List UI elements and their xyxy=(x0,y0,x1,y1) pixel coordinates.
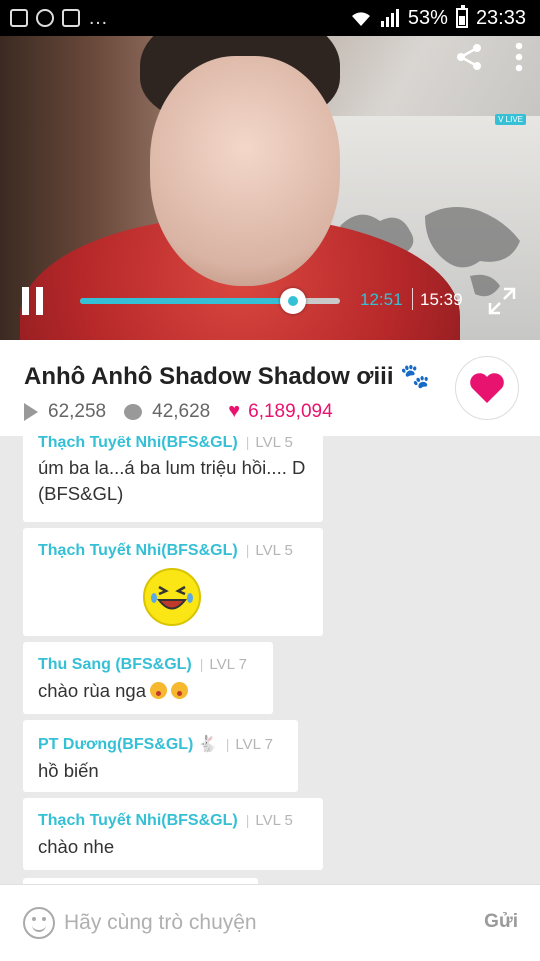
play-count-value: 62,258 xyxy=(48,400,107,422)
more-notifications-icon: … xyxy=(88,7,108,29)
download-notification-icon xyxy=(62,9,80,27)
chat-message: Thạch Tuyết Nhi(BFS&GL) | LVL 5 xyxy=(23,528,323,636)
message-level: LVL 5 xyxy=(255,812,293,829)
clock: 23:33 xyxy=(475,6,526,29)
vlive-badge: V LIVE xyxy=(495,114,526,125)
kissing-emoji-icon xyxy=(171,682,189,699)
signal-icon xyxy=(380,9,399,27)
message-author[interactable]: Thạch Tuyết Nhi(BFS&GL) xyxy=(38,542,238,559)
play-count-icon xyxy=(24,402,38,421)
share-icon[interactable] xyxy=(454,42,484,72)
current-time: 12:51 xyxy=(360,290,403,309)
message-level: LVL 5 xyxy=(255,542,293,559)
seek-handle[interactable] xyxy=(280,288,307,314)
chat-input-bar: Gửi xyxy=(0,884,540,961)
comment-count-value: 42,628 xyxy=(152,400,211,422)
message-text: úm ba la...á ba lum triệu hồi.... D (BFS… xyxy=(38,457,306,504)
message-text: chào rùa nga xyxy=(38,680,147,701)
message-author[interactable]: Thạch Tuyết Nhi(BFS&GL) xyxy=(38,812,238,829)
message-level: LVL 7 xyxy=(209,656,247,673)
time-divider xyxy=(412,288,413,310)
playback-controls: 12:51 15:39 xyxy=(0,276,540,326)
message-level: LVL 7 xyxy=(235,736,273,753)
chat-message: Thu Sang (BFS&GL) | LVL 7 chào rùa nga xyxy=(23,642,273,714)
video-player[interactable]: V LIVE 12:51 15:39 xyxy=(0,36,540,340)
status-bar: … 53% 23:33 xyxy=(0,0,540,36)
like-count-value: 6,189,094 xyxy=(248,400,333,422)
message-text: hồ biến xyxy=(38,760,99,781)
like-count: ♥ 6,189,094 xyxy=(228,400,332,423)
message-author[interactable]: PT Dương(BFS&GL) 🐇 xyxy=(38,736,218,753)
battery-percentage: 53% xyxy=(407,6,448,29)
wifi-icon xyxy=(351,12,370,26)
video-stats: 62,258 42,628 ♥ 6,189,094 xyxy=(24,400,351,423)
chat-message: PT Dương(BFS&GL) 🐇 | LVL 7 hồ biến xyxy=(23,720,298,792)
message-author[interactable]: Thu Sang (BFS&GL) xyxy=(38,656,192,673)
message-level: LVL 5 xyxy=(255,436,293,451)
play-count: 62,258 xyxy=(24,401,106,423)
seek-bar-progress xyxy=(80,298,294,304)
battery-icon xyxy=(455,5,468,28)
seek-bar[interactable] xyxy=(80,288,340,314)
message-author[interactable]: Thạch Tuyết Nhi(BFS&GL) xyxy=(38,436,238,451)
like-button[interactable] xyxy=(455,356,519,420)
gallery-notification-icon xyxy=(10,9,28,27)
message-text: chào nhe xyxy=(38,836,115,857)
heart-small-icon: ♥ xyxy=(228,400,241,422)
chat-input[interactable] xyxy=(64,907,444,939)
camera-notification-icon xyxy=(36,9,54,27)
total-time: 15:39 xyxy=(420,290,463,309)
chat-list[interactable]: Thạch Tuyết Nhi(BFS&GL) | LVL 5 úm ba la..… xyxy=(0,436,540,884)
emoji-picker-icon[interactable] xyxy=(23,907,55,939)
send-button[interactable]: Gửi xyxy=(484,911,518,933)
video-title: Anhô Anhô Shadow Shadow ơiii 🐾 xyxy=(24,363,431,390)
comment-icon xyxy=(124,403,143,420)
video-info-bar: Anhô Anhô Shadow Shadow ơiii 🐾 62,258 42… xyxy=(0,340,540,436)
pause-button[interactable] xyxy=(22,287,44,315)
chat-message: Thạch Tuyết Nhi(BFS&GL) | LVL 5 úm ba la..… xyxy=(23,436,323,522)
kissing-emoji-icon xyxy=(150,682,168,699)
more-options-icon[interactable] xyxy=(514,42,524,72)
person-face xyxy=(150,56,340,286)
notification-icons: … xyxy=(10,7,108,29)
laughing-emoji-sticker xyxy=(143,568,201,626)
heart-icon xyxy=(470,373,504,403)
chat-message: Thạch Tuyết Nhi(BFS&GL) | LVL 5 chào nhe xyxy=(23,798,323,870)
comment-count: 42,628 xyxy=(124,401,210,423)
fullscreen-icon[interactable] xyxy=(487,286,517,316)
